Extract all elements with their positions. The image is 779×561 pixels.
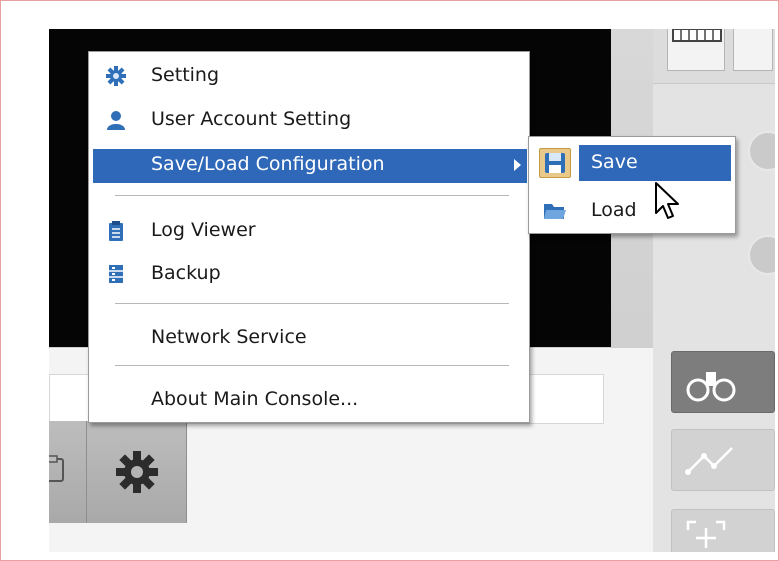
folder-open-icon <box>544 204 566 219</box>
icon-highlight <box>539 148 571 178</box>
user-icon <box>107 111 125 130</box>
path-tool-button[interactable] <box>671 429 775 491</box>
menu-item-network-service[interactable]: Network Service <box>93 322 527 354</box>
menu-item-label: About Main Console... <box>151 388 359 410</box>
screenshot-frame: Setting User Account Setting Save/Load C… <box>0 0 779 561</box>
play-circle-button[interactable] <box>748 131 775 171</box>
menu-item-label: Log Viewer <box>151 219 256 241</box>
submenu-arrow-icon <box>514 159 521 171</box>
zoom-area-tool-button[interactable] <box>671 509 775 552</box>
floppy-disk-icon <box>545 153 565 173</box>
submenu-item-load[interactable]: Load <box>533 193 731 229</box>
menu-separator <box>115 195 509 197</box>
menu-item-setting[interactable]: Setting <box>93 60 527 92</box>
menu-item-log-viewer[interactable]: Log Viewer <box>93 215 527 247</box>
menu-item-label: Backup <box>151 262 221 284</box>
clipboard-icon <box>49 455 64 482</box>
icon-container <box>539 196 571 226</box>
submenu-item-label: Load <box>591 199 637 221</box>
menu-item-label: Save/Load Configuration <box>151 153 385 175</box>
menu-item-about-main-console[interactable]: About Main Console... <box>93 384 527 416</box>
menu-item-label: User Account Setting <box>151 108 352 130</box>
menu-item-save-load-configuration[interactable]: Save/Load Configuration <box>93 149 527 183</box>
play-circle-button-2[interactable] <box>748 235 775 275</box>
submenu-item-label: Save <box>591 151 638 173</box>
gear-icon <box>106 66 126 86</box>
menu-item-user-account-setting[interactable]: User Account Setting <box>93 104 527 136</box>
menu-item-label: Network Service <box>151 326 307 348</box>
grid-layout-button[interactable] <box>667 29 725 71</box>
zoom-area-icon <box>686 520 726 548</box>
right-toolbar <box>653 29 775 552</box>
menu-item-label: Setting <box>151 64 220 86</box>
clipboard-tool-button[interactable] <box>49 421 87 523</box>
gear-icon <box>116 451 158 493</box>
binoculars-icon <box>686 372 736 402</box>
grid-icon <box>672 29 722 42</box>
mouse-cursor-icon <box>655 182 679 219</box>
backup-icon <box>109 265 123 283</box>
menu-separator <box>115 365 509 367</box>
settings-toolbar-button[interactable] <box>87 421 187 523</box>
settings-popup-menu: Setting User Account Setting Save/Load C… <box>88 51 530 423</box>
save-load-submenu: Save Load <box>528 136 736 234</box>
menu-item-backup[interactable]: Backup <box>93 258 527 290</box>
submenu-item-save[interactable]: Save <box>533 145 731 181</box>
clipboard-icon <box>109 221 123 241</box>
path-icon <box>685 447 733 475</box>
layout-button[interactable] <box>733 29 773 71</box>
menu-separator <box>115 303 509 305</box>
binoculars-tool-button[interactable] <box>671 351 775 413</box>
